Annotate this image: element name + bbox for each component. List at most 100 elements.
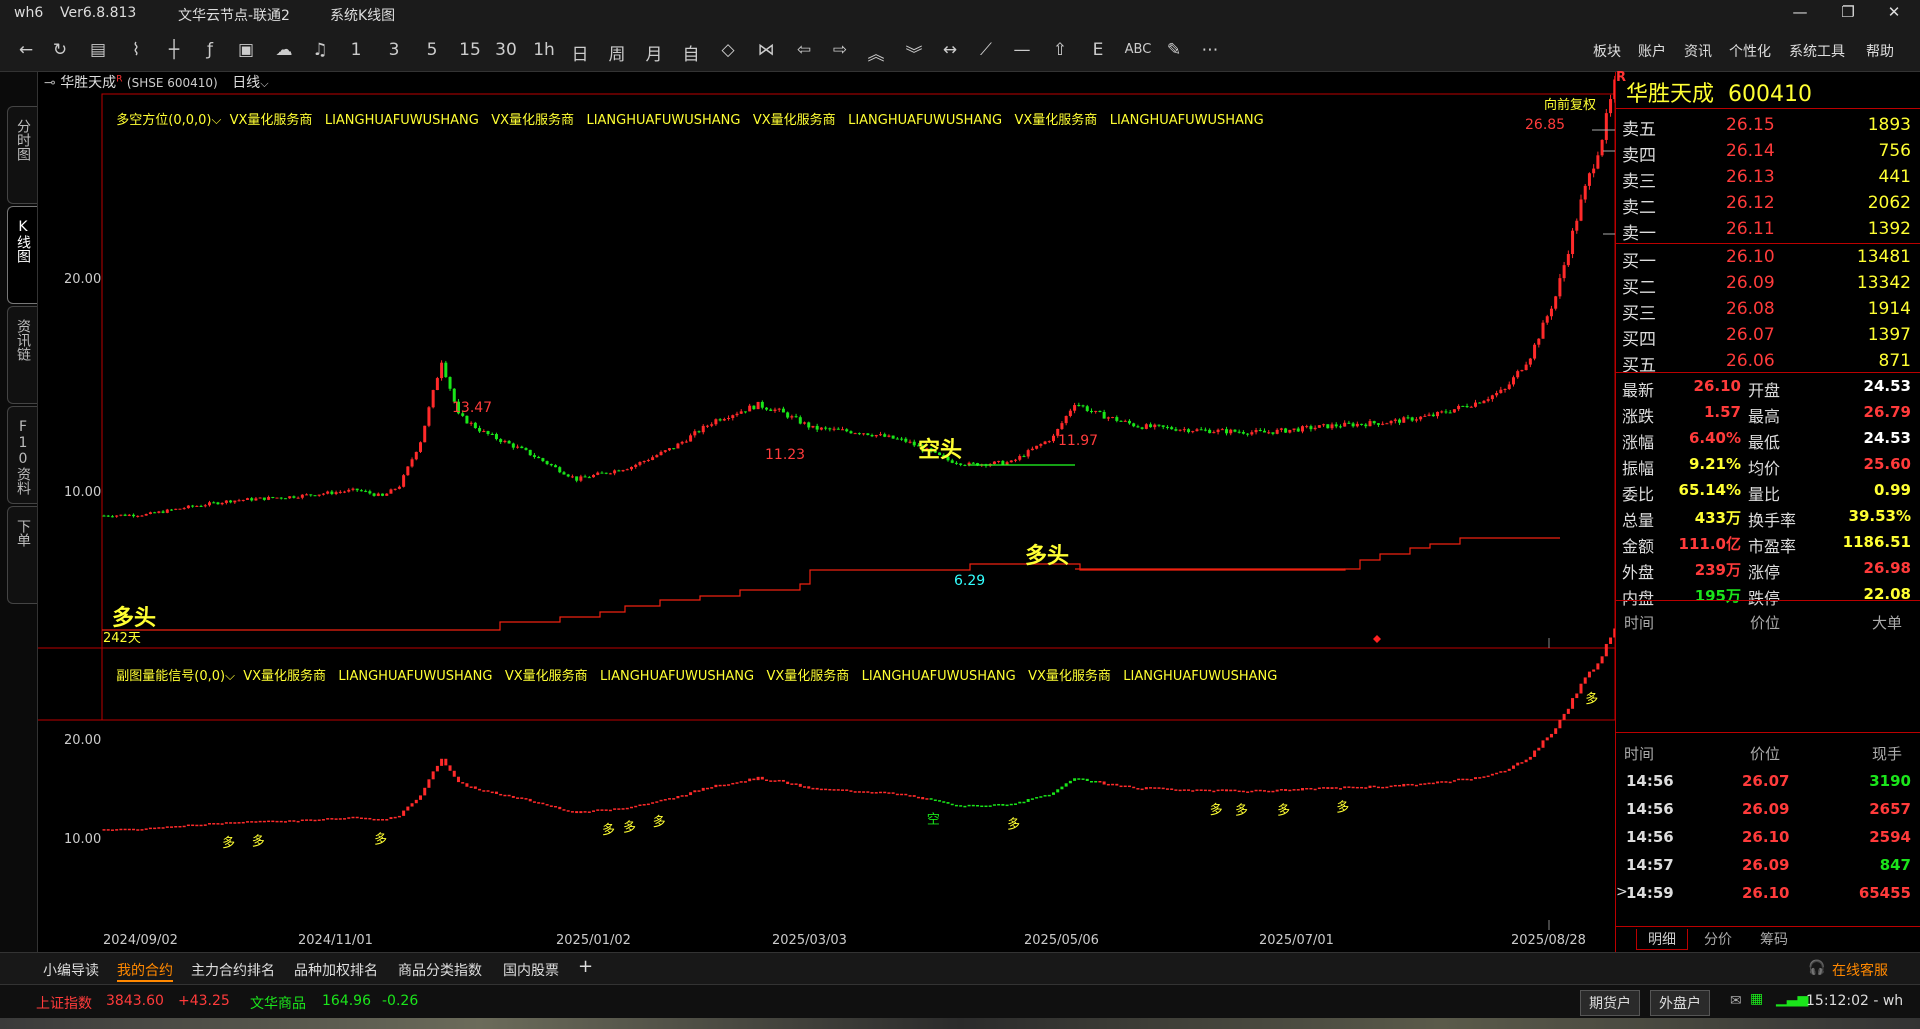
tab-detail[interactable]: 明细 bbox=[1636, 929, 1688, 950]
btab-domestic-stocks[interactable]: 国内股票 bbox=[503, 960, 559, 980]
indicator-icon[interactable]: ƒ bbox=[196, 40, 224, 60]
sub-candle bbox=[1279, 789, 1283, 791]
index2-name[interactable]: 文华商品 bbox=[250, 993, 306, 1013]
period-30[interactable]: 30 bbox=[492, 40, 520, 60]
menu-tools[interactable]: 系统工具 bbox=[1789, 41, 1845, 61]
sub-candle bbox=[617, 808, 621, 810]
quote-panel-icon[interactable]: ▣ bbox=[232, 40, 260, 60]
sub-candle bbox=[604, 809, 608, 811]
period-month[interactable]: 月 bbox=[640, 40, 668, 65]
btab-main-rank[interactable]: 主力合约排名 bbox=[191, 960, 275, 980]
ask-label: 卖三 bbox=[1622, 172, 1656, 192]
price-label-high-3: 11.97 bbox=[1058, 433, 1098, 449]
hline-icon[interactable]: — bbox=[1008, 40, 1036, 60]
period-custom[interactable]: 自 bbox=[677, 40, 705, 65]
line-chart-icon[interactable]: ⌇ bbox=[122, 40, 150, 60]
period-1h[interactable]: 1h bbox=[530, 40, 558, 60]
ask-row[interactable]: 卖五 26.15 1893 bbox=[1616, 112, 1920, 140]
restore-icon[interactable]: ❐ bbox=[1828, 3, 1868, 25]
back-icon[interactable]: ← bbox=[12, 40, 40, 60]
candle-body bbox=[870, 435, 874, 437]
collapse-icon[interactable]: ⋈ bbox=[752, 40, 780, 60]
more-icon[interactable]: ⋯ bbox=[1196, 40, 1224, 60]
period-selector[interactable]: 日线 bbox=[232, 75, 260, 91]
period-week[interactable]: 周 bbox=[603, 40, 631, 65]
kline-chart[interactable]: 20.00 10.00 20.00 10.00 13.47 11.23 11.9… bbox=[0, 72, 1615, 952]
futures-account-button[interactable]: 期货户 bbox=[1580, 990, 1640, 1016]
period-5[interactable]: 5 bbox=[418, 40, 446, 60]
zoom-out-icon[interactable]: ︾ bbox=[900, 40, 928, 65]
fib-icon[interactable]: Ε bbox=[1084, 40, 1112, 60]
zoom-in-icon[interactable]: ︽ bbox=[862, 40, 890, 65]
candle-body bbox=[1575, 220, 1579, 231]
candle-body bbox=[992, 461, 996, 465]
symbol-header[interactable]: ⊸ 华胜天成R (SHSE 600410) 日线⌵ bbox=[44, 72, 269, 92]
candle-body bbox=[1077, 405, 1081, 407]
bid-row[interactable]: 买一 26.10 13481 bbox=[1616, 244, 1920, 272]
sub-candle bbox=[600, 809, 604, 811]
sub-candle bbox=[701, 787, 705, 791]
menu-help[interactable]: 帮助 bbox=[1866, 41, 1894, 61]
candle-icon[interactable]: ┼ bbox=[160, 40, 188, 60]
btab-guide[interactable]: 小编导读 bbox=[43, 960, 99, 980]
expand-icon[interactable]: ◇ bbox=[714, 40, 742, 60]
bell-icon[interactable]: ♫ bbox=[306, 40, 334, 60]
draw-line-icon[interactable]: ⟋ bbox=[972, 40, 1000, 60]
bid-row[interactable]: 买二 26.09 13342 bbox=[1616, 270, 1920, 298]
cloud-sync-icon[interactable]: ☁ bbox=[270, 40, 298, 60]
period-1[interactable]: 1 bbox=[342, 40, 370, 60]
period-15[interactable]: 15 bbox=[456, 40, 484, 60]
period-day[interactable]: 日 bbox=[566, 40, 594, 65]
period-3[interactable]: 3 bbox=[380, 40, 408, 60]
bid-row[interactable]: 买三 26.08 1914 bbox=[1616, 296, 1920, 324]
tab-price-dist[interactable]: 分价 bbox=[1692, 929, 1744, 949]
tab-chips[interactable]: 筹码 bbox=[1748, 929, 1800, 949]
sub-candle bbox=[1064, 783, 1068, 787]
chart-canvas[interactable]: 20.00 10.00 20.00 10.00 13.47 11.23 11.9… bbox=[0, 72, 1615, 952]
minimize-icon[interactable]: — bbox=[1780, 3, 1820, 25]
main-indicator-name[interactable]: 多空方位(0,0,0) bbox=[116, 113, 211, 128]
index1-change: +43.25 bbox=[178, 993, 230, 1009]
candle-body bbox=[465, 415, 469, 424]
sub-indicator-name[interactable]: 副图量能信号(0,0) bbox=[116, 669, 225, 684]
btab-weighted-rank[interactable]: 品种加权排名 bbox=[294, 960, 378, 980]
add-tab-button[interactable]: + bbox=[578, 956, 593, 977]
server-node[interactable]: 文华云节点-联通2 bbox=[178, 5, 290, 25]
move-left-icon[interactable]: ⇦ bbox=[790, 40, 818, 60]
ask-row[interactable]: 卖三 26.13 441 bbox=[1616, 164, 1920, 192]
bid-row[interactable]: 买四 26.07 1397 bbox=[1616, 322, 1920, 350]
arrow-up-icon[interactable]: ⇧ bbox=[1046, 40, 1074, 60]
foreign-account-button[interactable]: 外盘户 bbox=[1650, 990, 1710, 1016]
move-right-icon[interactable]: ⇨ bbox=[826, 40, 854, 60]
menu-personalize[interactable]: 个性化 bbox=[1729, 41, 1771, 61]
menu-news[interactable]: 资讯 bbox=[1684, 41, 1712, 61]
btab-my-contracts[interactable]: 我的合约 bbox=[117, 960, 173, 982]
table-icon[interactable]: ▤ bbox=[84, 40, 112, 60]
ask-row[interactable]: 卖四 26.14 756 bbox=[1616, 138, 1920, 166]
pen-icon[interactable]: ✎ bbox=[1160, 40, 1188, 60]
chart-status-icon[interactable]: ▦ bbox=[1750, 991, 1763, 1007]
ask-row[interactable]: 卖一 26.11 1392 bbox=[1616, 216, 1920, 244]
text-tool[interactable]: ABC bbox=[1116, 42, 1160, 57]
support-step-line bbox=[102, 537, 1560, 631]
app-version: Ver6.8.813 bbox=[60, 5, 137, 21]
bid-row[interactable]: 买五 26.06 871 bbox=[1616, 348, 1920, 376]
menu-lines-icon[interactable]: ⊸ bbox=[44, 75, 60, 91]
menu-account[interactable]: 账户 bbox=[1638, 41, 1666, 61]
close-icon[interactable]: ✕ bbox=[1874, 3, 1914, 25]
sub-candle bbox=[1545, 737, 1549, 741]
mail-icon[interactable]: ✉ bbox=[1730, 993, 1742, 1009]
headset-icon[interactable]: 🎧 bbox=[1808, 960, 1825, 976]
online-service[interactable]: 在线客服 bbox=[1832, 960, 1888, 980]
refresh-icon[interactable]: ↻ bbox=[46, 40, 74, 60]
ask-row[interactable]: 卖二 26.12 2062 bbox=[1616, 190, 1920, 218]
adjust-mode[interactable]: 向前复权 bbox=[1544, 94, 1596, 113]
sub-candle bbox=[841, 789, 844, 791]
btab-category-index[interactable]: 商品分类指数 bbox=[398, 960, 482, 980]
sub-candle bbox=[554, 805, 558, 808]
crosshair-icon[interactable]: ↔ bbox=[936, 40, 964, 60]
x-label: 2025/01/02 bbox=[556, 933, 631, 948]
index1-name[interactable]: 上证指数 bbox=[36, 993, 92, 1013]
candle-body bbox=[140, 515, 144, 517]
menu-sector[interactable]: 板块 bbox=[1593, 41, 1621, 61]
